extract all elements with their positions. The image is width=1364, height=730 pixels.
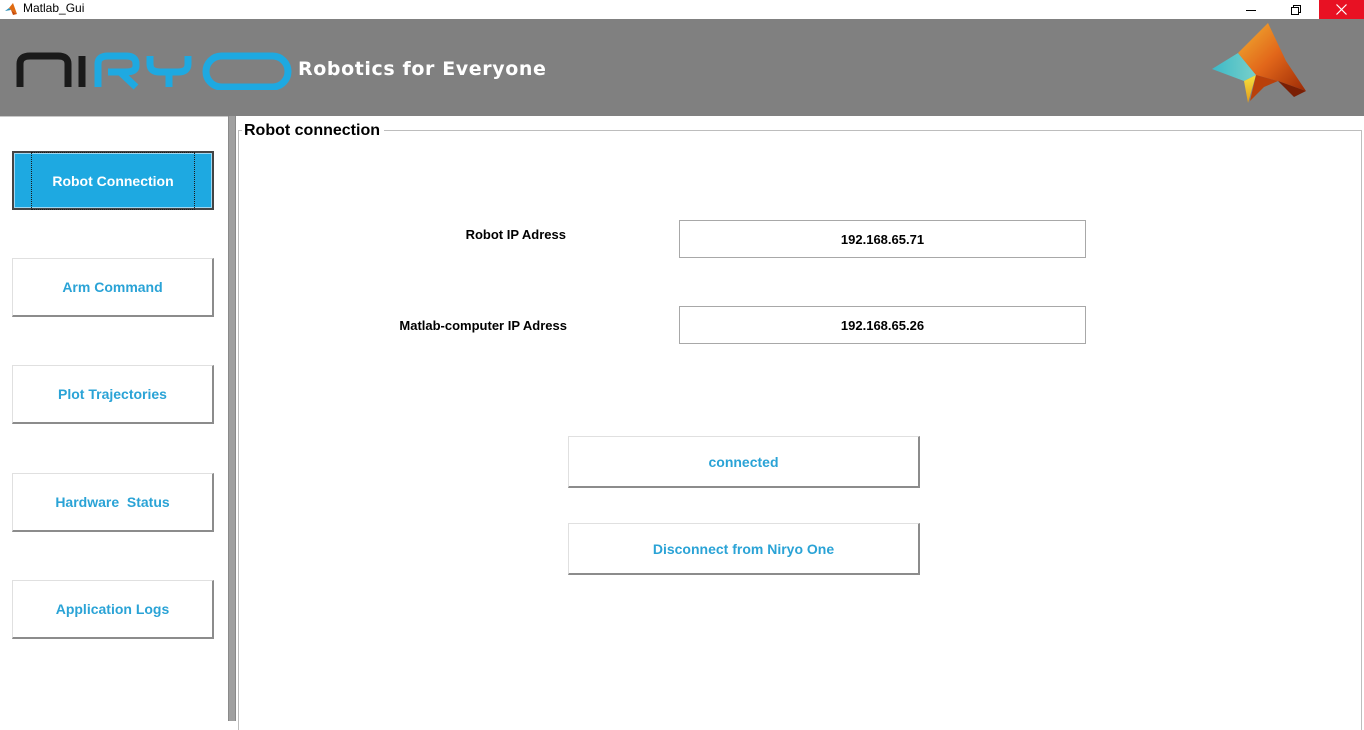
- niryo-logo: [16, 52, 292, 90]
- sidebar-item-label: Robot Connection: [31, 151, 195, 210]
- panel-title: Robot connection: [242, 122, 384, 140]
- disconnect-button[interactable]: Disconnect from Niryo One: [568, 523, 920, 575]
- header-tagline: Robotics for Everyone: [298, 58, 547, 80]
- sidebar-item-label: Hardware Status: [55, 494, 170, 510]
- matlab-app-icon: [5, 3, 17, 15]
- sidebar-item-plot-trajectories[interactable]: Plot Trajectories: [12, 365, 214, 424]
- sidebar-splitter[interactable]: [228, 116, 236, 721]
- sidebar-item-label: Application Logs: [55, 601, 170, 617]
- window-title: Matlab_Gui: [23, 1, 85, 15]
- header-banner: Robotics for Everyone: [0, 19, 1364, 116]
- robot-connection-panel: Robot connection Robot IP Adress Matlab-…: [236, 120, 1364, 730]
- computer-ip-input[interactable]: [679, 306, 1086, 344]
- sidebar-item-robot-connection[interactable]: Robot Connection: [12, 151, 214, 210]
- matlab-logo-icon: [1212, 23, 1306, 103]
- minimize-icon: [1245, 9, 1256, 11]
- minimize-button[interactable]: [1228, 0, 1273, 19]
- connection-status-button[interactable]: connected: [568, 436, 920, 488]
- sidebar-item-hardware-status[interactable]: Hardware Status: [12, 473, 214, 532]
- sidebar-item-label: Plot Trajectories: [58, 386, 167, 402]
- title-bar: Matlab_Gui: [0, 0, 1364, 19]
- sidebar-item-label: Arm Command: [62, 279, 163, 295]
- connection-status-label: connected: [708, 453, 779, 470]
- sidebar-item-arm-command[interactable]: Arm Command: [12, 258, 214, 317]
- computer-ip-label: Matlab-computer IP Adress: [399, 318, 567, 333]
- robot-ip-input[interactable]: [679, 220, 1086, 258]
- sidebar-item-application-logs[interactable]: Application Logs: [12, 580, 214, 639]
- close-icon: [1336, 4, 1347, 15]
- close-button[interactable]: [1319, 0, 1364, 19]
- restore-icon: [1290, 4, 1301, 15]
- robot-ip-label: Robot IP Adress: [465, 227, 566, 242]
- restore-button[interactable]: [1273, 0, 1318, 19]
- disconnect-label: Disconnect from Niryo One: [652, 540, 835, 557]
